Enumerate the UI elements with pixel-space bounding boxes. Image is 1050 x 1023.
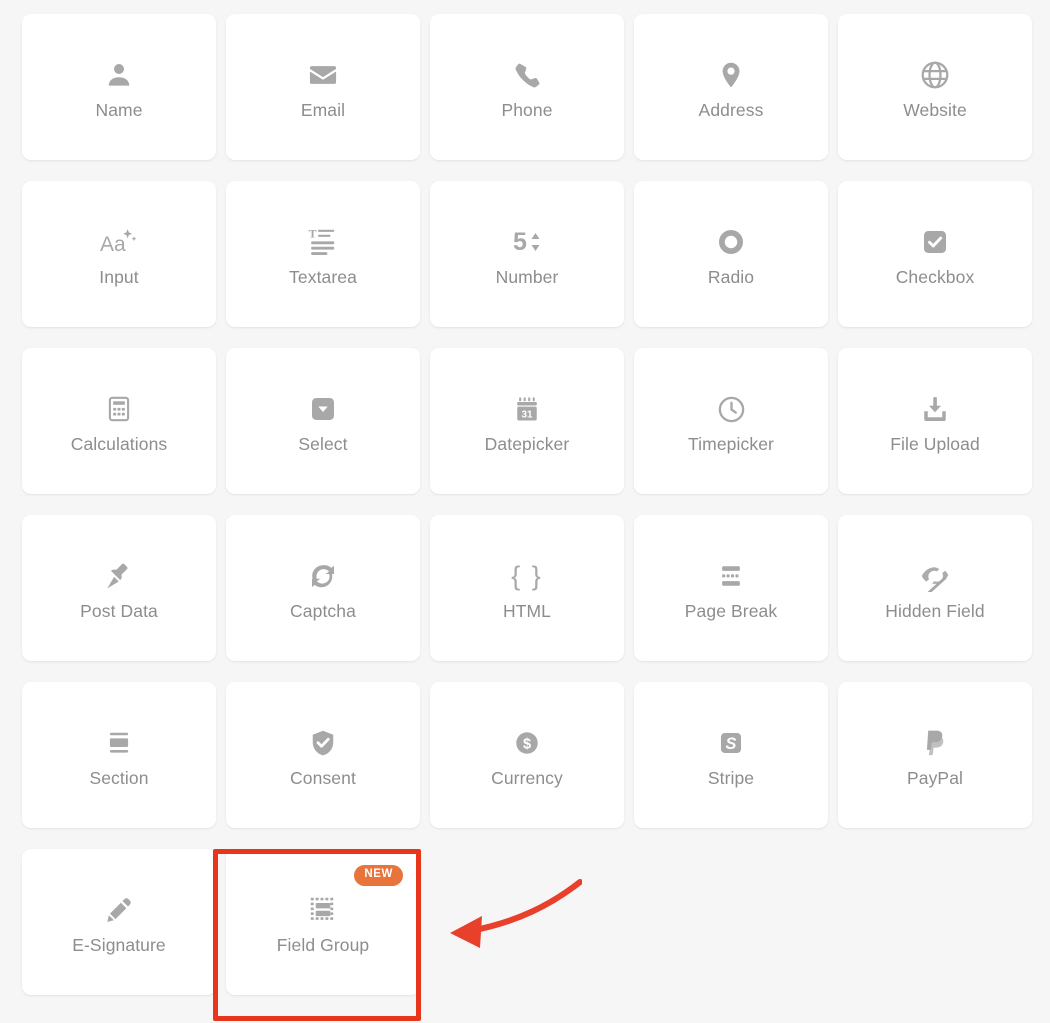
dropdown-icon <box>308 388 338 430</box>
field-card-datepicker[interactable]: 31 Datepicker <box>430 348 624 494</box>
field-card-label: Website <box>903 100 967 121</box>
field-card-stripe[interactable]: S Stripe <box>634 682 828 828</box>
field-card-name[interactable]: Name <box>22 14 216 160</box>
field-card-label: Name <box>95 100 143 121</box>
field-card-label: Currency <box>491 768 563 789</box>
field-card-timepicker[interactable]: Timepicker <box>634 348 828 494</box>
curly-braces-glyph: { } <box>511 560 543 591</box>
field-card-captcha[interactable]: Captcha <box>226 515 420 661</box>
field-card-label: HTML <box>502 601 552 622</box>
field-card-label: PayPal <box>906 768 964 789</box>
field-card-label: Phone <box>501 100 553 121</box>
section-bars-icon <box>105 722 133 764</box>
field-card-input[interactable]: Aa Input <box>22 181 216 327</box>
field-card-label: Section <box>89 768 149 789</box>
field-card-address[interactable]: Address <box>634 14 828 160</box>
form-fields-panel: Name Email Phone Address Website Aa Input T Text… <box>0 0 1050 1023</box>
field-card-number[interactable]: 5 Number <box>430 181 624 327</box>
field-card-label: Stripe <box>707 768 755 789</box>
svg-text:31: 31 <box>521 409 533 420</box>
field-card-label: E-Signature <box>72 935 166 956</box>
user-icon <box>104 54 134 96</box>
stripe-icon: S <box>717 722 745 764</box>
curly-braces-icon: { } <box>511 555 543 597</box>
field-cards-grid: Name Email Phone Address Website Aa Input T Text… <box>0 0 1050 995</box>
field-card-page-break[interactable]: Page Break <box>634 515 828 661</box>
field-card-label: Timepicker <box>688 434 774 455</box>
clock-icon <box>716 388 747 430</box>
field-card-textarea[interactable]: T Textarea <box>226 181 420 327</box>
calculator-icon <box>105 388 133 430</box>
new-badge: NEW <box>354 865 403 886</box>
dollar-coin-icon: $ <box>513 722 541 764</box>
calendar-icon: 31 <box>513 388 541 430</box>
number-stepper-icon: 5 <box>513 221 541 263</box>
field-card-label: Field Group <box>276 935 370 956</box>
field-card-label: Email <box>300 100 346 121</box>
field-card-hidden-field[interactable]: Hidden Field <box>838 515 1032 661</box>
field-card-field-group[interactable]: NEW Field Group <box>226 849 420 995</box>
field-card-e-signature[interactable]: E-Signature <box>22 849 216 995</box>
field-card-post-data[interactable]: Post Data <box>22 515 216 661</box>
field-card-website[interactable]: Website <box>838 14 1032 160</box>
field-card-label: Hidden Field <box>885 601 985 622</box>
svg-text:$: $ <box>523 737 531 753</box>
field-card-label: Calculations <box>70 434 168 455</box>
field-card-html[interactable]: { } HTML <box>430 515 624 661</box>
radio-circle-icon <box>716 221 746 263</box>
svg-text:T: T <box>309 227 317 241</box>
checkbox-icon <box>920 221 950 263</box>
text-aa-icon: Aa <box>100 221 138 263</box>
field-card-label: File Upload <box>890 434 980 455</box>
field-card-label: Number <box>495 267 559 288</box>
field-card-section[interactable]: Section <box>22 682 216 828</box>
field-card-label: Post Data <box>80 601 158 622</box>
phone-icon <box>512 54 542 96</box>
svg-text:S: S <box>726 735 737 753</box>
field-card-phone[interactable]: Phone <box>430 14 624 160</box>
globe-icon <box>919 54 951 96</box>
field-card-select[interactable]: Select <box>226 348 420 494</box>
envelope-icon <box>307 54 339 96</box>
field-card-label: Captcha <box>290 601 356 622</box>
shield-check-icon <box>308 722 338 764</box>
field-card-email[interactable]: Email <box>226 14 420 160</box>
field-card-label: Datepicker <box>484 434 570 455</box>
number-stepper-glyph: 5 <box>513 229 541 255</box>
map-pin-icon <box>716 54 746 96</box>
field-group-icon <box>308 889 338 931</box>
field-card-calculations[interactable]: Calculations <box>22 348 216 494</box>
eye-slash-icon <box>919 555 951 597</box>
pencil-icon <box>104 889 134 931</box>
field-card-currency[interactable]: $ Currency <box>430 682 624 828</box>
field-card-label: Radio <box>707 267 755 288</box>
field-card-label: Select <box>298 434 348 455</box>
upload-tray-icon <box>920 388 950 430</box>
field-card-label: Consent <box>290 768 356 789</box>
paypal-icon <box>921 722 949 764</box>
field-card-paypal[interactable]: PayPal <box>838 682 1032 828</box>
field-card-label: Address <box>698 100 764 121</box>
svg-text:Aa: Aa <box>100 233 126 256</box>
text-lines-icon: T <box>308 221 338 263</box>
pushpin-icon <box>104 555 134 597</box>
field-card-label: Input <box>99 267 139 288</box>
field-card-label: Checkbox <box>895 267 975 288</box>
field-card-consent[interactable]: Consent <box>226 682 420 828</box>
field-card-checkbox[interactable]: Checkbox <box>838 181 1032 327</box>
field-card-radio[interactable]: Radio <box>634 181 828 327</box>
field-card-label: Textarea <box>289 267 357 288</box>
field-card-label: Page Break <box>684 601 778 622</box>
page-break-icon <box>717 555 745 597</box>
refresh-icon <box>308 555 338 597</box>
field-card-file-upload[interactable]: File Upload <box>838 348 1032 494</box>
